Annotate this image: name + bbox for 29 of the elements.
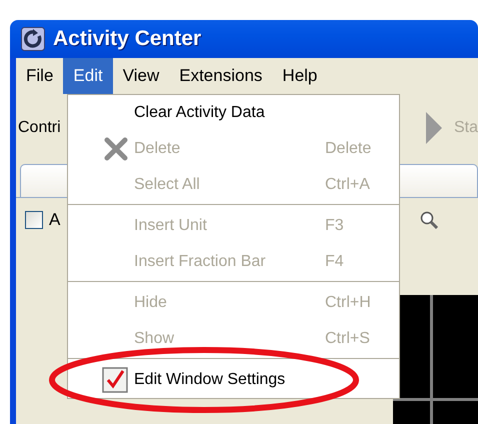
menu-label: Insert Unit (134, 217, 208, 235)
shortcut-text: F3 (325, 217, 345, 235)
checkbox-label: A (49, 210, 60, 230)
checkbox[interactable] (102, 367, 128, 393)
shortcut-text: Ctrl+H (325, 294, 372, 312)
menu-label: Clear Activity Data (134, 104, 266, 122)
menu-label: Edit Window Settings (134, 371, 286, 389)
window-title: Activity Center (53, 27, 202, 51)
menu-bar-item[interactable]: Edit (63, 58, 113, 94)
menu-label: Select All (134, 176, 201, 194)
menu-item[interactable]: Edit Window Settings (68, 362, 399, 398)
menu-bar-item[interactable]: View (112, 58, 170, 94)
delete-icon (104, 137, 128, 161)
shortcut-text: Delete (325, 140, 372, 158)
menu-bar-item[interactable]: Extensions (169, 58, 272, 94)
checkbox[interactable] (25, 211, 43, 229)
search-icon[interactable] (420, 211, 438, 229)
shortcut-text: F4 (325, 253, 345, 271)
toolbar-label: Contri (18, 119, 61, 137)
menu-label: Hide (134, 294, 168, 312)
shortcut-text: Ctrl+A (325, 176, 371, 194)
menu-label: Delete (134, 140, 182, 158)
menu-bar-item[interactable]: File (16, 58, 64, 94)
menu-bar-item[interactable]: Help (272, 58, 328, 94)
menu-item[interactable]: Clear Activity Data (68, 95, 399, 131)
shortcut-text: Ctrl+S (325, 330, 371, 348)
app-icon (21, 27, 45, 51)
menu-label: Show (134, 330, 176, 348)
menu-label: Insert Fraction Bar (134, 253, 267, 271)
